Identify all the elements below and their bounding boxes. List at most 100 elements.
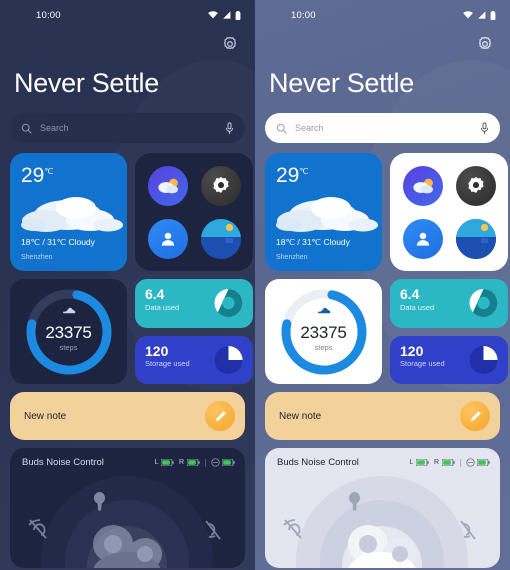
- gallery-app-icon[interactable]: [455, 218, 496, 259]
- new-note-button[interactable]: [460, 401, 490, 432]
- steps-widget[interactable]: 23375 steps: [10, 279, 127, 385]
- microphone-icon[interactable]: [480, 121, 489, 135]
- search-icon: [21, 123, 32, 134]
- weather-temperature: 29℃: [21, 164, 53, 188]
- weather-app-glyph: [157, 178, 178, 193]
- weather-app-icon[interactable]: [402, 165, 443, 206]
- battery-icon: [477, 459, 490, 467]
- cloud-illustration: [276, 197, 378, 233]
- new-note-button[interactable]: [205, 401, 235, 432]
- battery-left-label: L: [409, 459, 414, 467]
- weather-range: 18℃ / 31℃ Cloudy: [276, 237, 350, 248]
- shoe-icon: [10, 305, 127, 315]
- battery-right-label: R: [433, 459, 439, 467]
- case-icon: [465, 458, 475, 467]
- storage-used-card[interactable]: 120 Storage used: [390, 335, 508, 385]
- cloud-illustration: [21, 197, 123, 233]
- search-bar[interactable]: Search: [265, 113, 500, 144]
- battery-left-label: L: [154, 459, 159, 467]
- search-input[interactable]: Search: [40, 123, 217, 133]
- storage-used-ring: [214, 345, 243, 374]
- note-label: New note: [24, 410, 67, 422]
- data-used-card[interactable]: 6.4 Data used: [390, 279, 508, 328]
- data-used-ring: [469, 289, 498, 318]
- settings-app-icon[interactable]: [455, 165, 496, 206]
- weather-app-icon[interactable]: [147, 165, 188, 206]
- battery-right-label: R: [178, 459, 184, 467]
- weather-app-glyph: [412, 178, 433, 193]
- steps-label: steps: [314, 343, 333, 353]
- search-icon: [276, 123, 287, 134]
- battery-case: [465, 458, 491, 467]
- steps-widget[interactable]: 23375 steps: [265, 279, 382, 385]
- buds-noise-control-widget[interactable]: Buds Noise Control L R: [265, 448, 500, 569]
- page-title: Never Settle: [269, 68, 414, 98]
- gallery-app-glyph: [455, 218, 496, 259]
- battery-icon: [235, 10, 241, 20]
- buds-illustration: [283, 476, 476, 569]
- weather-temp-unit: ℃: [44, 167, 54, 177]
- weather-city: Shenzhen: [21, 254, 53, 262]
- battery-case: [210, 458, 236, 467]
- settings-gear-icon[interactable]: [476, 35, 494, 53]
- weather-temp-value: 29: [21, 164, 45, 188]
- search-bar[interactable]: Search: [10, 113, 245, 144]
- note-widget[interactable]: New note: [10, 392, 245, 441]
- widget-row-2: 23375 steps 6.4 Data used 120 Storage us…: [265, 279, 508, 385]
- pencil-icon: [215, 410, 226, 421]
- buds-header: Buds Noise Control L R: [265, 448, 500, 468]
- contacts-app-glyph: [161, 232, 174, 246]
- stat-cards: 6.4 Data used 120 Storage used: [390, 279, 508, 385]
- weather-widget[interactable]: 29℃ 18℃ / 31℃ Cloudy Shenzhen: [10, 153, 127, 272]
- weather-temperature: 29℃: [276, 164, 308, 188]
- gallery-app-glyph: [200, 218, 241, 259]
- data-used-card[interactable]: 6.4 Data used: [135, 279, 253, 328]
- settings-gear-icon[interactable]: [221, 35, 239, 53]
- steps-value: 23375: [300, 323, 347, 343]
- weather-range: 18℃ / 31℃ Cloudy: [21, 237, 95, 248]
- contacts-app-icon[interactable]: [147, 218, 188, 259]
- steps-value: 23375: [45, 323, 92, 343]
- settings-app-glyph: [212, 176, 229, 193]
- steps-label: steps: [59, 343, 78, 353]
- battery-icon: [415, 459, 429, 467]
- status-bar: 10:00: [255, 0, 510, 30]
- status-icons: [208, 10, 241, 20]
- weather-widget[interactable]: 29℃ 18℃ / 31℃ Cloudy Shenzhen: [265, 153, 382, 272]
- battery-icon: [222, 459, 235, 467]
- microphone-icon[interactable]: [225, 121, 234, 135]
- stat-cards: 6.4 Data used 120 Storage used: [135, 279, 253, 385]
- buds-noise-control-widget[interactable]: Buds Noise Control L R: [10, 448, 245, 569]
- storage-used-card[interactable]: 120 Storage used: [135, 335, 253, 385]
- battery-right: R: [433, 459, 455, 467]
- settings-app-glyph: [467, 176, 484, 193]
- app-folder[interactable]: [135, 153, 253, 272]
- signal-icon: [223, 11, 231, 19]
- gallery-app-icon[interactable]: [200, 218, 241, 259]
- contacts-app-glyph: [416, 232, 429, 246]
- buds-illustration: [28, 476, 221, 569]
- status-icons: [463, 10, 496, 20]
- buds-title: Buds Noise Control: [22, 457, 104, 469]
- widget-row-2: 23375 steps 6.4 Data used 120 Storage us…: [10, 279, 253, 385]
- widget-row-1: 29℃ 18℃ / 31℃ Cloudy Shenzhen: [10, 153, 253, 272]
- storage-used-ring: [469, 345, 498, 374]
- pencil-icon: [470, 410, 481, 421]
- settings-app-icon[interactable]: [200, 165, 241, 206]
- widget-grid: 29℃ 18℃ / 31℃ Cloudy Shenzhen 23375 step…: [0, 143, 255, 569]
- shoe-icon: [265, 305, 382, 315]
- buds-battery-row: L R: [155, 458, 235, 467]
- widget-grid: 29℃ 18℃ / 31℃ Cloudy Shenzhen 23375 step…: [255, 143, 510, 569]
- weather-city: Shenzhen: [276, 254, 308, 262]
- search-input[interactable]: Search: [295, 123, 472, 133]
- buds-header: Buds Noise Control L R: [10, 448, 245, 468]
- divider: [459, 458, 461, 467]
- divider: [204, 458, 206, 467]
- header-actions: [255, 30, 510, 58]
- search-area: Search: [255, 99, 510, 144]
- note-widget[interactable]: New note: [265, 392, 500, 441]
- app-folder[interactable]: [390, 153, 508, 272]
- weather-temp-value: 29: [276, 164, 300, 188]
- wifi-icon: [463, 11, 473, 19]
- contacts-app-icon[interactable]: [402, 218, 443, 259]
